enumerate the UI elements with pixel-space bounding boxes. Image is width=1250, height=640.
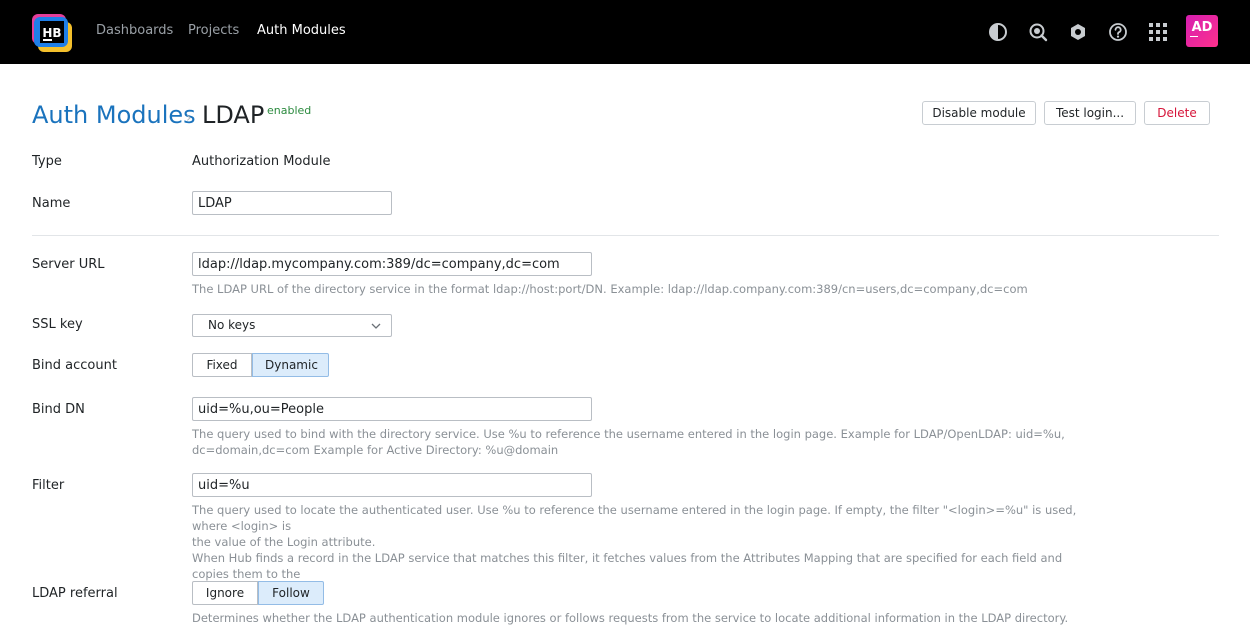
filter-hint-line: The query used to locate the authenticat… (192, 503, 1077, 533)
type-value: Authorization Module (192, 154, 331, 169)
filter-label: Filter (32, 478, 65, 493)
nav-auth-modules[interactable]: Auth Modules (257, 23, 346, 38)
ldap-referral-hint: Determines whether the LDAP authenticati… (192, 611, 1069, 625)
bind-dn-hint: The query used to bind with the director… (192, 426, 1102, 458)
type-label: Type (32, 154, 62, 169)
nav-projects[interactable]: Projects (188, 23, 239, 38)
search-icon[interactable] (1028, 22, 1048, 42)
top-header: HB Dashboards Projects Auth Modules AD (0, 0, 1250, 64)
bind-account-toggle: Fixed Dynamic (192, 353, 329, 377)
test-login-button[interactable]: Test login... (1044, 101, 1136, 125)
user-avatar[interactable]: AD (1186, 15, 1218, 47)
name-label: Name (32, 196, 71, 211)
apps-grid-icon[interactable] (1148, 22, 1168, 42)
ldap-referral-label: LDAP referral (32, 586, 118, 601)
help-icon[interactable] (1108, 22, 1128, 42)
disable-module-button[interactable]: Disable module (922, 101, 1036, 125)
avatar-underline (1190, 36, 1198, 37)
filter-hint-line: the value of the Login attribute. (192, 535, 376, 549)
hub-logo-icon[interactable]: HB (30, 12, 74, 54)
section-divider (32, 235, 1219, 236)
filter-hint-line: user profile in Hub. (192, 582, 1102, 598)
status-badge: enabled (267, 104, 312, 117)
ssl-key-label: SSL key (32, 317, 83, 332)
nav-dashboards[interactable]: Dashboards (96, 23, 173, 38)
server-url-label: Server URL (32, 257, 105, 272)
ldap-referral-follow-button[interactable]: Follow (258, 581, 324, 605)
bind-account-dynamic-button[interactable]: Dynamic (252, 353, 329, 377)
bind-dn-hint-line: dc=domain,dc=com Example for Active Dire… (192, 443, 559, 457)
settings-icon[interactable] (1068, 22, 1088, 42)
ldap-referral-ignore-button[interactable]: Ignore (192, 581, 258, 605)
bind-account-label: Bind account (32, 358, 117, 373)
bind-account-fixed-button[interactable]: Fixed (192, 353, 252, 377)
logo-text: HB (42, 26, 61, 40)
breadcrumb-auth-modules[interactable]: Auth Modules (32, 101, 196, 129)
page-title: LDAP (202, 101, 265, 129)
delete-button[interactable]: Delete (1144, 101, 1210, 125)
ssl-key-selected-value: No keys (208, 318, 256, 332)
contrast-icon[interactable] (988, 22, 1008, 42)
bind-dn-label: Bind DN (32, 402, 85, 417)
chevron-down-icon (371, 323, 381, 329)
ssl-key-select[interactable]: No keys (192, 314, 392, 337)
filter-hint: The query used to locate the authenticat… (192, 502, 1102, 598)
breadcrumb-separator: › (186, 110, 192, 126)
server-url-hint: The LDAP URL of the directory service in… (192, 282, 1028, 296)
server-url-input[interactable] (192, 252, 592, 276)
ldap-referral-toggle: Ignore Follow (192, 581, 324, 605)
filter-hint-line: When Hub finds a record in the LDAP serv… (192, 551, 1063, 581)
name-input[interactable] (192, 191, 392, 215)
filter-input[interactable] (192, 473, 592, 497)
bind-dn-input[interactable] (192, 397, 592, 421)
bind-dn-hint-line: The query used to bind with the director… (192, 427, 1065, 441)
